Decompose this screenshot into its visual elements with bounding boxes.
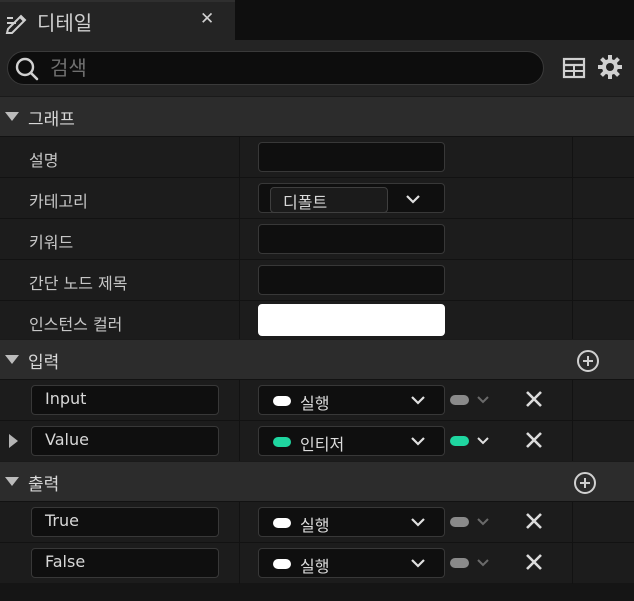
instance-color-swatch[interactable] [258, 304, 445, 336]
remove-pin-icon[interactable] [524, 389, 544, 409]
pin-type-dropdown[interactable]: 인티저 [258, 426, 445, 456]
container-type-icon[interactable] [450, 558, 469, 568]
chevron-down-icon [411, 396, 425, 405]
pin-name-field[interactable]: False [31, 548, 219, 578]
pin-type-label: 실행 [300, 394, 330, 413]
section-title: 그래프 [28, 110, 75, 130]
pencil-icon [5, 14, 27, 34]
row-category: 카테고리 디폴트 [0, 177, 634, 219]
toolbar [0, 40, 634, 96]
pin-name-field[interactable]: True [31, 507, 219, 537]
search-icon [15, 57, 39, 81]
pin-row: False 실행 [0, 542, 634, 584]
chevron-down-icon[interactable] [475, 515, 491, 529]
collapse-arrow-icon[interactable] [5, 112, 19, 121]
property-label: 인스턴스 컬러 [29, 315, 123, 334]
compact-title-field[interactable] [258, 265, 445, 295]
pin-name: True [45, 511, 79, 530]
pin-type-label: 실행 [300, 557, 330, 576]
section-graph-header[interactable]: 그래프 [0, 96, 634, 136]
exec-pin-icon [273, 396, 291, 406]
chevron-down-icon[interactable] [475, 434, 491, 448]
tab-title: 디테일 [37, 11, 93, 35]
pin-row: True 실행 [0, 501, 634, 543]
section-title: 출력 [28, 475, 60, 495]
search-box[interactable] [7, 51, 544, 85]
exec-pin-icon [273, 518, 291, 528]
chevron-down-icon [411, 437, 425, 446]
chevron-down-icon [411, 559, 425, 568]
details-panel: 디테일 ✕ 검색 그래프 설명 카테고리 디폴트 키워드 간단 노드 제목 인스… [0, 0, 634, 601]
category-combo[interactable]: 디폴트 [258, 183, 445, 213]
section-inputs-header[interactable]: 입력 [0, 339, 634, 379]
chevron-down-icon[interactable] [404, 192, 422, 206]
property-label: 간단 노드 제목 [29, 274, 128, 293]
property-label: 키워드 [29, 233, 74, 252]
section-outputs-header[interactable]: 출력 [0, 461, 634, 501]
empty-area [0, 584, 634, 601]
remove-pin-icon[interactable] [524, 511, 544, 531]
expand-arrow-icon[interactable] [9, 434, 18, 448]
gear-icon[interactable] [597, 54, 623, 80]
remove-pin-icon[interactable] [524, 552, 544, 572]
exec-pin-icon [273, 559, 291, 569]
pin-name-field[interactable]: Input [31, 385, 219, 415]
add-output-icon[interactable] [573, 471, 597, 495]
row-keywords: 키워드 [0, 218, 634, 260]
row-description: 설명 [0, 136, 634, 178]
tab-bar: 디테일 ✕ [0, 0, 634, 40]
close-icon[interactable]: ✕ [200, 9, 214, 29]
pin-name-field[interactable]: Value [31, 426, 219, 456]
chevron-down-icon[interactable] [475, 393, 491, 407]
container-type-icon[interactable] [450, 436, 469, 446]
collapse-arrow-icon[interactable] [5, 355, 19, 364]
pin-type-label: 실행 [300, 516, 330, 535]
pin-type-dropdown[interactable]: 실행 [258, 507, 445, 537]
property-label: 설명 [29, 151, 59, 170]
pin-row: Input 실행 [0, 379, 634, 421]
row-compact-title: 간단 노드 제목 [0, 259, 634, 301]
tab-details[interactable]: 디테일 ✕ [0, 0, 235, 40]
description-field[interactable] [258, 142, 445, 172]
pin-type-label: 인티저 [300, 435, 345, 454]
pin-row: Value 인티저 [0, 420, 634, 462]
pin-type-dropdown[interactable]: 실행 [258, 548, 445, 578]
category-value-text: 디폴트 [283, 193, 328, 212]
section-title: 입력 [28, 353, 60, 373]
collapse-arrow-icon[interactable] [5, 477, 19, 486]
search-input[interactable] [50, 56, 530, 80]
add-input-icon[interactable] [576, 349, 600, 373]
property-label: 카테고리 [29, 192, 88, 211]
keywords-field[interactable] [258, 224, 445, 254]
pin-name: Input [45, 389, 87, 408]
table-view-icon[interactable] [562, 57, 586, 79]
chevron-down-icon[interactable] [475, 556, 491, 570]
chevron-down-icon [411, 518, 425, 527]
pin-type-dropdown[interactable]: 실행 [258, 385, 445, 415]
container-type-icon[interactable] [450, 395, 469, 405]
category-value[interactable]: 디폴트 [270, 187, 388, 213]
integer-pin-icon [273, 437, 291, 447]
pin-name: Value [45, 430, 89, 449]
remove-pin-icon[interactable] [524, 430, 544, 450]
pin-name: False [45, 552, 86, 571]
container-type-icon[interactable] [450, 517, 469, 527]
row-instance-color: 인스턴스 컬러 [0, 300, 634, 342]
